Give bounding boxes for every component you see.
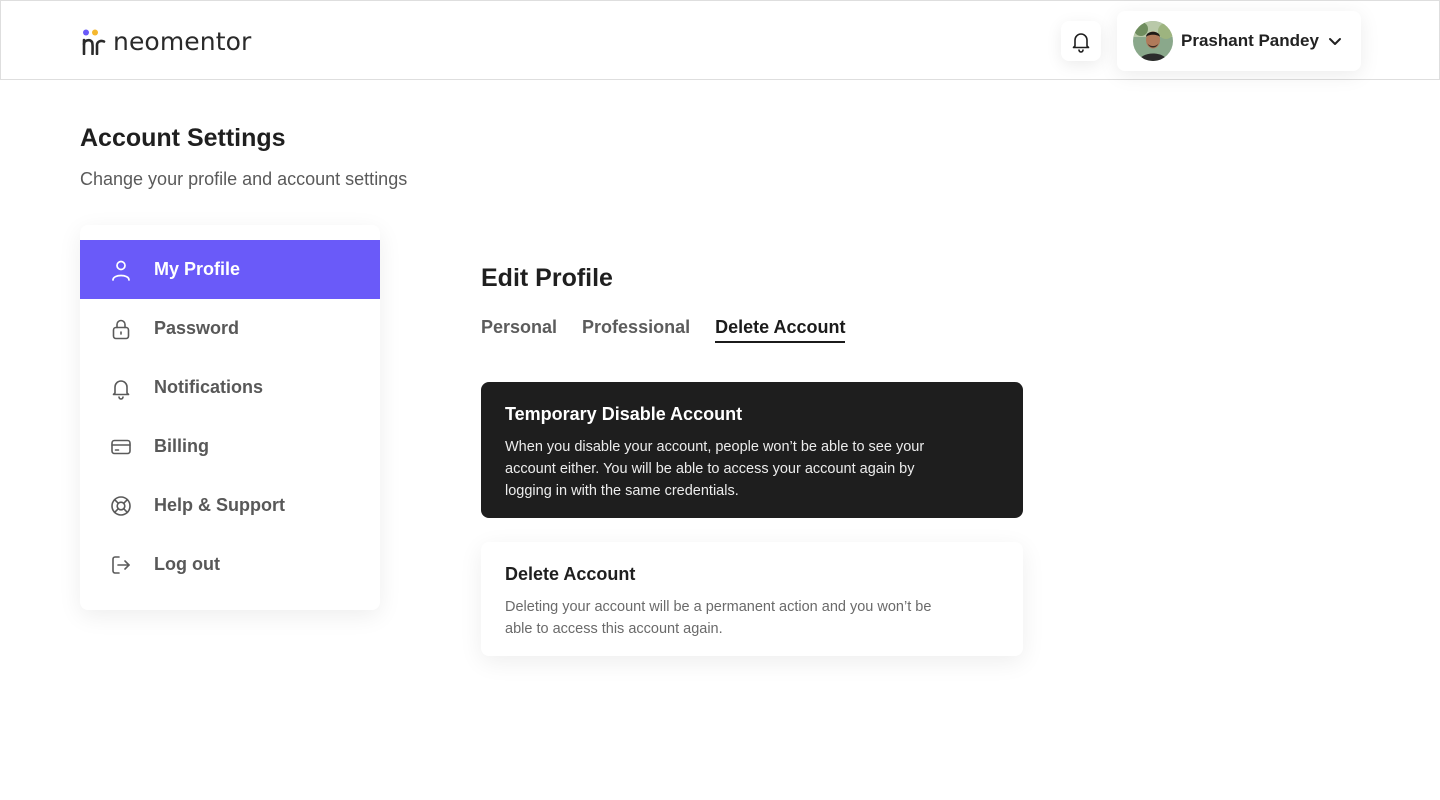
- page-subtitle: Change your profile and account settings: [80, 169, 408, 189]
- card-description: Deleting your account will be a permanen…: [505, 599, 932, 637]
- sidebar-item-billing[interactable]: Billing: [80, 417, 380, 476]
- sidebar-item-label: Password: [154, 318, 240, 338]
- bell-icon: [1072, 33, 1090, 53]
- sidebar-item-notifications[interactable]: Notifications: [80, 358, 380, 417]
- tab-delete-account[interactable]: Delete Account: [715, 316, 846, 343]
- user-menu-button[interactable]: Prashant Pandey: [1117, 11, 1361, 71]
- card-description: When you disable your account, people wo…: [505, 439, 925, 499]
- brand-name: neomentor: [113, 27, 252, 56]
- delete-account-option[interactable]: Delete Account Deleting your account wil…: [481, 542, 1023, 656]
- sidebar-item-label: Log out: [154, 554, 220, 574]
- credit-card-icon: [108, 434, 134, 460]
- top-bar: neomentor Prashant Pandey: [0, 0, 1440, 80]
- card-title: Delete Account: [505, 564, 636, 584]
- disable-account-option[interactable]: Temporary Disable Account When you disab…: [481, 382, 1023, 518]
- notifications-button[interactable]: [1061, 21, 1101, 61]
- tab-professional[interactable]: Professional: [582, 316, 690, 343]
- settings-sidebar: My Profile Password Notifications Billin…: [80, 225, 380, 610]
- sidebar-item-my-profile[interactable]: My Profile: [80, 240, 380, 299]
- sidebar-item-log-out[interactable]: Log out: [80, 535, 380, 594]
- user-icon: [108, 257, 134, 283]
- sidebar-item-label: Notifications: [154, 377, 264, 397]
- brand-logo[interactable]: neomentor: [81, 27, 251, 57]
- chevron-down-icon: [1327, 33, 1343, 49]
- profile-tabs: Personal Professional Delete Account: [481, 316, 846, 343]
- logout-icon: [108, 552, 134, 578]
- sidebar-item-password[interactable]: Password: [80, 299, 380, 358]
- sidebar-item-label: Help & Support: [154, 495, 285, 515]
- card-title: Temporary Disable Account: [505, 404, 743, 424]
- avatar: [1133, 21, 1173, 61]
- section-title: Edit Profile: [481, 264, 613, 292]
- bell-icon: [108, 375, 134, 401]
- user-name: Prashant Pandey: [1181, 31, 1319, 50]
- lock-icon: [108, 316, 134, 342]
- sidebar-item-help-support[interactable]: Help & Support: [80, 476, 380, 535]
- sidebar-item-label: My Profile: [154, 259, 241, 279]
- page-title: Account Settings: [80, 124, 286, 152]
- tab-personal[interactable]: Personal: [481, 316, 557, 343]
- sidebar-item-label: Billing: [154, 436, 209, 456]
- lifebuoy-icon: [108, 493, 134, 519]
- logo-mark-icon: [82, 29, 106, 55]
